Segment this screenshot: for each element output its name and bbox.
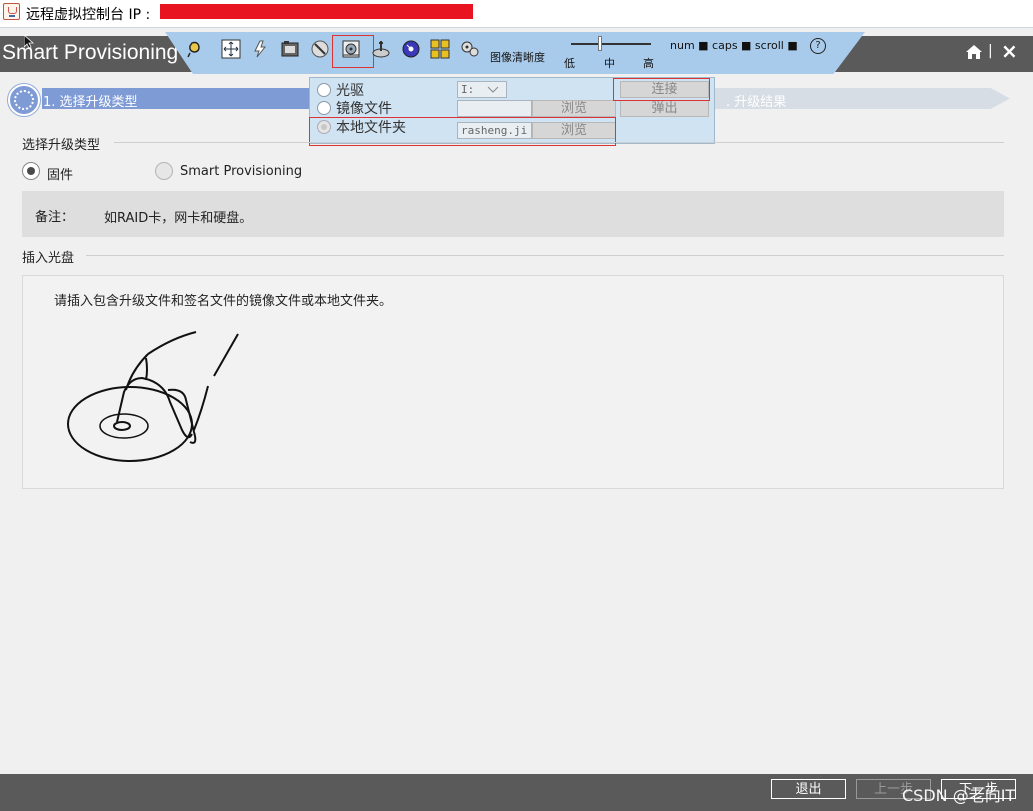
- image-quality-label: 图像清晰度: [490, 51, 545, 64]
- close-icon[interactable]: ×: [1001, 40, 1018, 62]
- window-title-bar: [0, 0, 1033, 28]
- eject-button[interactable]: 弹出: [620, 100, 709, 117]
- quality-mid-label: 中: [604, 57, 615, 70]
- keyboard-status: num ■ caps ■ scroll ■: [670, 39, 798, 52]
- step-3-label: . 升级结果: [726, 95, 787, 110]
- slider-thumb[interactable]: [598, 36, 602, 51]
- window-title: 远程虚拟控制台 IP :: [26, 7, 151, 23]
- upgrade-type-title: 选择升级类型: [22, 138, 101, 153]
- insert-disc-illustration: [67, 331, 239, 462]
- home-icon[interactable]: [965, 44, 983, 60]
- text-layout-icon[interactable]: [430, 39, 450, 59]
- disc-hand-icon[interactable]: [371, 39, 391, 59]
- exit-button[interactable]: 退出: [771, 779, 846, 799]
- optical-drive-label: 光驱: [336, 83, 364, 99]
- film-icon[interactable]: [280, 39, 300, 59]
- insert-disc-title: 插入光盘: [22, 251, 75, 266]
- image-file-label: 镜像文件: [336, 101, 392, 117]
- firmware-radio[interactable]: [22, 162, 40, 180]
- image-path-field[interactable]: [457, 100, 532, 117]
- section-divider: [86, 255, 1004, 256]
- quality-low-label: 低: [564, 57, 575, 70]
- optical-drive-radio[interactable]: [317, 83, 331, 97]
- help-icon[interactable]: ?: [810, 38, 826, 54]
- quality-high-label: 高: [643, 57, 654, 70]
- firmware-label: 固件: [47, 168, 74, 183]
- gears-icon[interactable]: [460, 39, 480, 59]
- tool-icon[interactable]: [310, 39, 330, 59]
- section-divider: [114, 142, 1004, 143]
- cd-icon[interactable]: [401, 39, 421, 59]
- note-text: 如RAID卡，网卡和硬盘。: [104, 211, 253, 226]
- move-icon[interactable]: [221, 39, 241, 59]
- smart-provisioning-label: Smart Provisioning: [180, 164, 303, 179]
- mouse-icon[interactable]: [184, 39, 204, 59]
- step-1-label: 1. 选择升级类型: [43, 95, 138, 110]
- mouse-cursor-icon: [24, 35, 34, 49]
- connect-highlight: [613, 78, 710, 101]
- note-label: 备注：: [35, 210, 75, 225]
- header-separator: |: [988, 43, 993, 59]
- step-indicator-ring: [14, 90, 34, 110]
- java-icon: [3, 3, 20, 20]
- image-file-radio[interactable]: [317, 101, 331, 115]
- image-quality-slider[interactable]: [571, 43, 651, 45]
- watermark-text: CSDN @老向IT: [902, 786, 1016, 805]
- floppy-disc-icon[interactable]: [341, 39, 361, 59]
- flash-icon[interactable]: [250, 39, 270, 59]
- insert-disc-instruction: 请插入包含升级文件和签名文件的镜像文件或本地文件夹。: [54, 294, 393, 309]
- smart-provisioning-radio[interactable]: [155, 162, 173, 180]
- browse-image-button[interactable]: 浏览: [532, 100, 616, 117]
- chevron-down-icon: [487, 86, 499, 93]
- redacted-ip: [160, 4, 473, 19]
